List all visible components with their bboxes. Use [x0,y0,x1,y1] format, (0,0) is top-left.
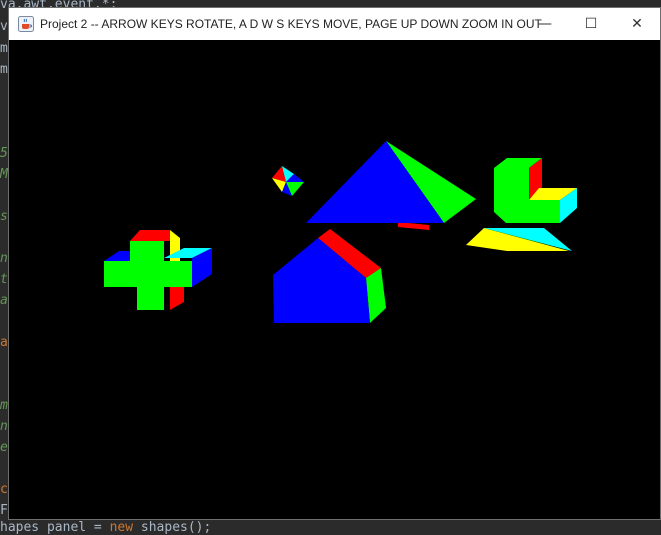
code-gutter-char: F [0,503,8,518]
code-gutter-char: m [0,62,8,77]
code-gutter-char: M [0,167,8,182]
render-canvas[interactable] [9,40,660,519]
flat-wedge [466,228,572,251]
code-gutter-char: m [0,41,8,56]
minimize-button[interactable]: — [522,8,568,40]
code-gutter-char: t [0,272,8,287]
maximize-button[interactable]: ☐ [568,8,614,40]
code-gutter-char: v [0,19,8,34]
code-gutter-char: c [0,482,8,497]
l-block [494,158,577,223]
code-gutter-char: 5 [0,146,8,161]
code-text: hapes panel = [0,520,110,535]
plus-shape [104,230,212,310]
code-gutter-char: s [0,209,8,224]
code-gutter-char: a [0,293,8,308]
title-bar[interactable]: Project 2 -- ARROW KEYS ROTATE, A D W S … [9,8,660,40]
close-icon: ✕ [631,16,643,32]
scene-svg [104,141,577,323]
java-cup-icon [18,16,34,32]
code-gutter-char: m [0,398,8,413]
code-bottom-line: hapes panel = new shapes(); [0,520,211,535]
maximize-icon: ☐ [584,16,598,32]
code-gutter-char: n [0,251,8,266]
minimize-icon: — [538,16,552,32]
code-gutter-char: a [0,335,8,350]
house-prism [273,229,386,323]
code-keyword: new [109,520,134,535]
pyramid [306,141,476,230]
window-title: Project 2 -- ARROW KEYS ROTATE, A D W S … [40,17,542,31]
code-text: shapes(); [133,520,212,535]
code-gutter-char: e [0,440,8,455]
code-gutter-char: n [0,419,8,434]
close-button[interactable]: ✕ [614,8,660,40]
small-octahedron [272,166,304,196]
java-app-window: Project 2 -- ARROW KEYS ROTATE, A D W S … [8,7,661,520]
